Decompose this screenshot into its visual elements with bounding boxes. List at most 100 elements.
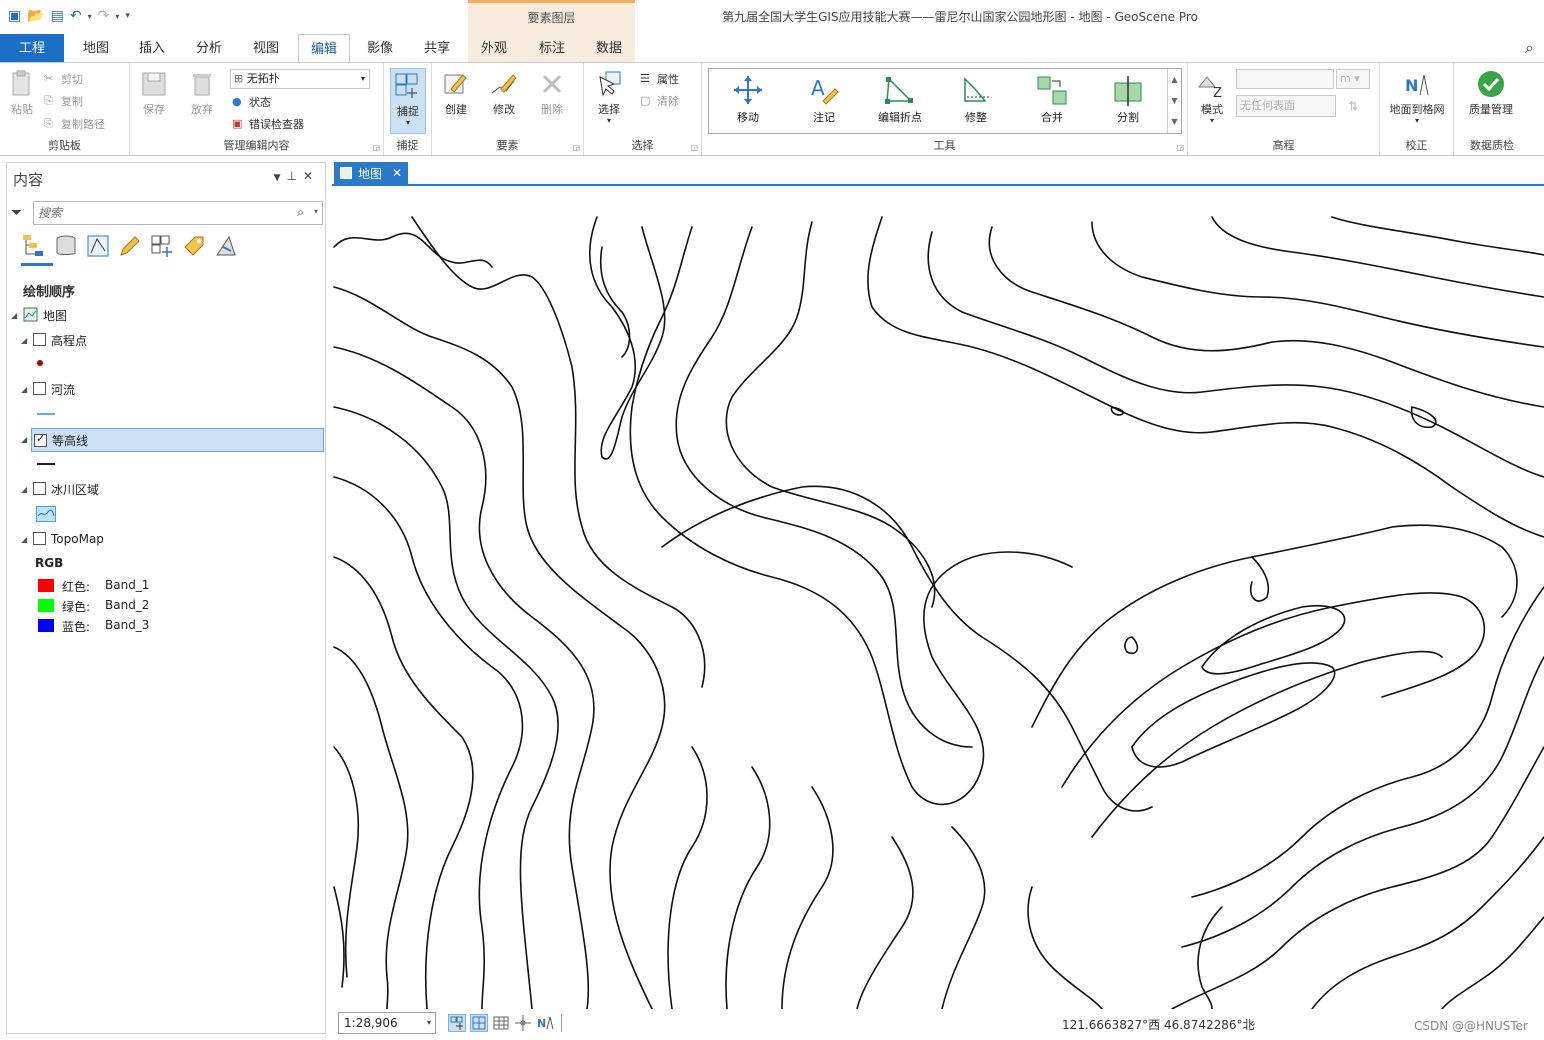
tab-appearance[interactable]: 外观 xyxy=(472,34,516,62)
search-input[interactable] xyxy=(38,204,278,222)
tab-labeling[interactable]: 标注 xyxy=(530,34,574,62)
undo-dropdown-icon[interactable]: ▾ xyxy=(88,12,92,21)
grid-snap-icon[interactable] xyxy=(470,1014,488,1032)
crosshair-icon[interactable] xyxy=(514,1014,532,1032)
layer-row[interactable]: ◢ 河流 xyxy=(7,378,325,400)
expand-caret-icon[interactable]: ◢ xyxy=(21,385,27,394)
tab-analysis[interactable]: 分析 xyxy=(187,34,231,62)
data-source-icon[interactable] xyxy=(53,233,79,259)
layer-row[interactable]: ◢ 冰川区域 xyxy=(7,478,325,500)
band-swatch-red[interactable] xyxy=(38,579,54,592)
status-button[interactable]: ● 状态 xyxy=(232,94,271,110)
tab-data[interactable]: 数据 xyxy=(587,34,631,62)
selection-view-icon[interactable] xyxy=(85,233,111,259)
tab-project[interactable]: 工程 xyxy=(0,34,64,62)
chevron-down-icon[interactable]: ⌄ xyxy=(1248,1016,1257,1029)
editing-view-icon[interactable] xyxy=(117,233,143,259)
contour-map[interactable] xyxy=(332,187,1544,1009)
snapping-view-icon[interactable] xyxy=(149,233,175,259)
topology-dropdown[interactable]: ⊞ 无拓扑 ▾ xyxy=(230,69,370,89)
expand-caret-icon[interactable]: ◢ xyxy=(21,435,27,444)
band-swatch-green[interactable] xyxy=(38,599,54,612)
table-icon[interactable] xyxy=(492,1014,510,1032)
ground-to-grid-button[interactable]: N 地面到格网 ▾ xyxy=(1384,69,1450,125)
elevation-mode-button[interactable]: Z 模式 ▾ xyxy=(1194,69,1230,125)
layer-visibility-checkbox[interactable] xyxy=(33,382,46,395)
reshape-tool[interactable]: 修整 xyxy=(941,73,1011,125)
dialog-launcher-icon[interactable]: ◲ xyxy=(372,143,380,152)
close-icon[interactable]: ✕ xyxy=(392,166,402,180)
elevation-settings-icon[interactable]: ⇅ xyxy=(1348,99,1358,113)
tab-insert[interactable]: 插入 xyxy=(130,34,174,62)
tab-imagery[interactable]: 影像 xyxy=(358,34,402,62)
search-icon[interactable]: ⌕ xyxy=(297,205,304,220)
glacier-symbol-icon[interactable] xyxy=(36,506,56,522)
surface-dropdown[interactable]: 无任何表面 xyxy=(1236,95,1336,117)
charts-view-icon[interactable] xyxy=(213,233,239,259)
modify-button[interactable]: 修改 xyxy=(486,69,522,117)
layer-visibility-checkbox[interactable] xyxy=(33,482,46,495)
tab-view[interactable]: 视图 xyxy=(244,34,288,62)
new-project-icon[interactable]: ▣ xyxy=(8,8,21,24)
redo-icon[interactable]: ↷ xyxy=(98,8,110,24)
point-symbol-icon[interactable] xyxy=(37,360,43,366)
layer-visibility-checkbox[interactable] xyxy=(33,532,46,545)
redo-dropdown-icon[interactable]: ▾ xyxy=(115,12,119,21)
delete-button[interactable]: 删除 xyxy=(534,69,570,117)
save-icon[interactable]: ▤ xyxy=(51,8,64,24)
paste-button[interactable]: 粘贴 xyxy=(6,69,38,117)
merge-tool[interactable]: 合并 xyxy=(1017,73,1087,125)
copy-button[interactable]: ⎘ 复制 xyxy=(44,93,83,109)
close-icon[interactable]: ✕ xyxy=(303,169,319,183)
labeling-view-icon[interactable] xyxy=(181,233,207,259)
snapping-toggle-icon[interactable] xyxy=(448,1014,466,1032)
dialog-launcher-icon[interactable]: ◲ xyxy=(572,143,580,152)
attributes-button[interactable]: ☰ 属性 xyxy=(640,71,679,87)
band-swatch-blue[interactable] xyxy=(38,619,54,632)
contour-symbol-icon[interactable] xyxy=(37,463,55,465)
split-tool[interactable]: 分割 xyxy=(1093,73,1163,125)
map-node[interactable]: ◢ 地图 xyxy=(7,304,325,326)
cut-button[interactable]: ✂ 剪切 xyxy=(44,71,83,87)
layer-row[interactable]: ◢ 高程点 xyxy=(7,329,325,351)
gallery-scroll[interactable]: ▲ ▼ ▼ xyxy=(1167,69,1181,133)
search-dropdown-icon[interactable]: ▾ xyxy=(314,207,318,216)
elevation-value-field[interactable] xyxy=(1236,69,1334,89)
annotate-tool[interactable]: A 注记 xyxy=(789,73,859,125)
scroll-down-icon[interactable]: ▼ xyxy=(1168,90,1181,111)
elevation-unit-dropdown[interactable]: m ▾ xyxy=(1336,69,1370,89)
clear-selection-button[interactable]: ▢ 清除 xyxy=(640,93,679,109)
expand-caret-icon[interactable]: ◢ xyxy=(11,311,17,320)
scale-dropdown[interactable]: 1:28,906 ▾ xyxy=(338,1012,436,1034)
scroll-up-icon[interactable]: ▲ xyxy=(1168,69,1181,90)
map-view[interactable] xyxy=(332,187,1544,1009)
snapping-button[interactable]: 捕捉 ▾ xyxy=(390,68,426,134)
expand-caret-icon[interactable]: ◢ xyxy=(21,485,27,494)
pane-menu-icon[interactable]: ▼ xyxy=(274,173,287,183)
tab-edit[interactable]: 编辑 xyxy=(298,34,350,63)
layer-visibility-checkbox[interactable] xyxy=(34,432,47,447)
pin-icon[interactable]: ⊥ xyxy=(286,169,302,183)
drawing-order-icon[interactable] xyxy=(21,233,47,259)
copy-path-button[interactable]: ⎘ 复制路径 xyxy=(44,116,105,132)
command-search-icon[interactable]: ⌕ xyxy=(1525,38,1534,58)
expand-caret-icon[interactable]: ◢ xyxy=(21,535,27,544)
expand-caret-icon[interactable]: ◢ xyxy=(21,336,27,345)
dialog-launcher-icon[interactable]: ◲ xyxy=(1176,143,1184,152)
open-icon[interactable]: 📂 xyxy=(27,8,44,24)
river-symbol-icon[interactable] xyxy=(37,413,55,415)
save-edits-button[interactable]: 保存 xyxy=(136,69,172,117)
map-view-tab[interactable]: 地图 ✕ xyxy=(334,162,408,184)
tab-share[interactable]: 共享 xyxy=(415,34,459,62)
layer-row[interactable]: ◢ TopoMap xyxy=(7,528,325,550)
tab-map[interactable]: 地图 xyxy=(74,34,118,62)
move-tool[interactable]: 移动 xyxy=(713,73,783,125)
layer-visibility-checkbox[interactable] xyxy=(33,333,46,346)
select-button[interactable]: 选择 ▾ xyxy=(590,69,628,125)
error-inspector-button[interactable]: ▣ 错误检查器 xyxy=(232,116,304,132)
filter-icon[interactable]: ⏷ xyxy=(11,205,22,221)
undo-icon[interactable]: ↶ xyxy=(70,8,82,24)
discard-edits-button[interactable]: 放弃 xyxy=(184,69,220,117)
customize-qat-icon[interactable]: ▾ xyxy=(125,11,130,21)
north-arrow-icon[interactable]: N xyxy=(536,1014,554,1032)
